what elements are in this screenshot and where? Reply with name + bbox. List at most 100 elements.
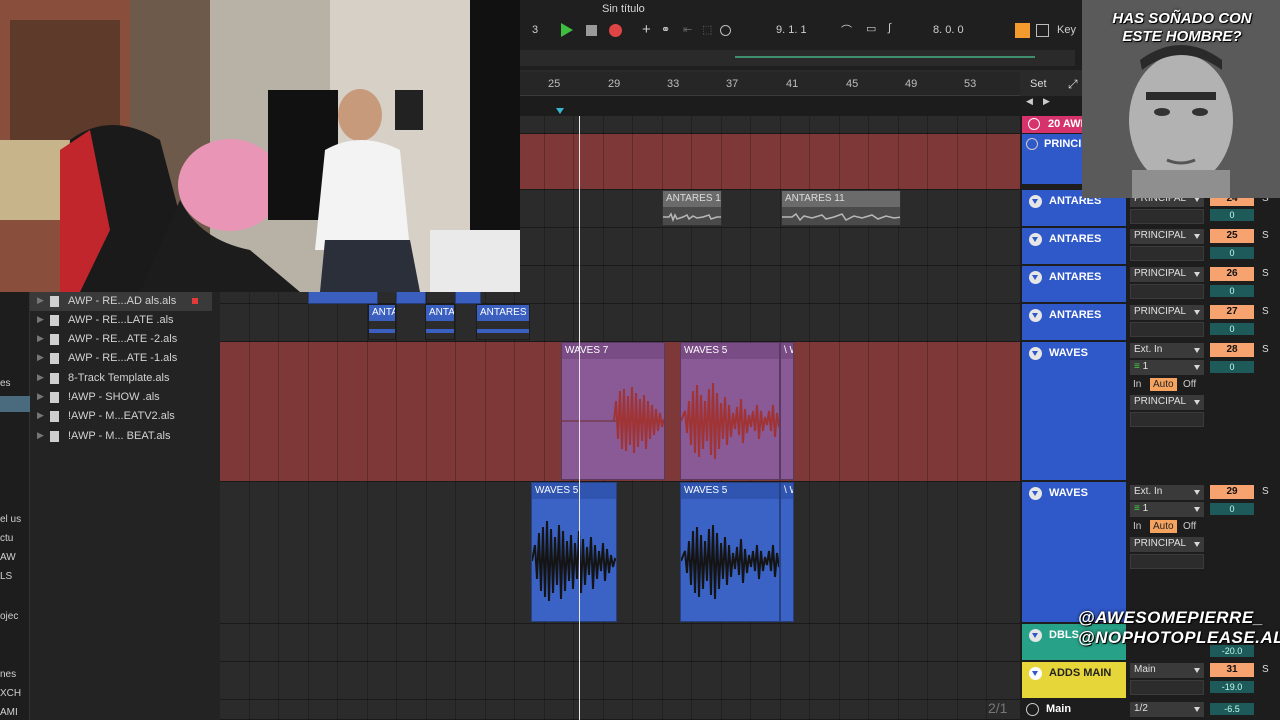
sidebar-fragment[interactable]: AW bbox=[0, 552, 16, 563]
sidebar-fragment[interactable]: LS bbox=[0, 571, 12, 582]
file-item[interactable]: ▶ !AWP - M... BEAT.als bbox=[30, 427, 212, 446]
file-item[interactable]: ▶ !AWP - SHOW .als bbox=[30, 388, 212, 407]
sidebar-fragment[interactable]: AMI bbox=[0, 707, 18, 718]
link-icon[interactable]: ⚭ bbox=[661, 23, 670, 36]
solo-button[interactable]: S bbox=[1262, 664, 1269, 675]
volume-field[interactable]: 0 bbox=[1210, 323, 1254, 335]
playhead[interactable] bbox=[579, 116, 580, 720]
fold-icon[interactable] bbox=[1029, 195, 1042, 208]
expand-arrow-icon[interactable]: ▶ bbox=[37, 372, 44, 383]
volume-field[interactable]: 0 bbox=[1210, 361, 1254, 373]
monitor-off-button[interactable]: Off bbox=[1180, 520, 1199, 533]
expand-arrow-icon[interactable]: ▶ bbox=[37, 352, 44, 363]
fold-icon[interactable] bbox=[1029, 487, 1042, 500]
monitor-in-button[interactable]: In bbox=[1130, 378, 1144, 391]
input-channel-select[interactable]: ≡ 1 bbox=[1130, 360, 1204, 375]
output-select[interactable] bbox=[1130, 322, 1204, 337]
metronome-icon[interactable] bbox=[720, 25, 731, 36]
audio-clip[interactable]: ANTARES 1 bbox=[476, 304, 530, 340]
expand-arrow-icon[interactable]: ▶ bbox=[37, 333, 44, 344]
output-select[interactable] bbox=[1130, 246, 1204, 261]
audio-clip[interactable]: ANTA bbox=[425, 304, 455, 340]
output-select[interactable] bbox=[1130, 209, 1204, 224]
track-number[interactable]: 25 bbox=[1210, 229, 1254, 243]
audio-clip[interactable]: WAVES 5 bbox=[531, 482, 617, 622]
input-select[interactable]: PRINCIPAL bbox=[1130, 229, 1204, 244]
back-arrow-icon[interactable]: ⇤ bbox=[683, 23, 692, 36]
output-channel-select[interactable] bbox=[1130, 680, 1204, 695]
solo-button[interactable]: S bbox=[1262, 486, 1269, 497]
input-select[interactable]: PRINCIPAL bbox=[1130, 267, 1204, 282]
loop-frame-icon[interactable]: ⬚ bbox=[702, 23, 712, 36]
file-item[interactable]: ▶ AWP - RE...ATE -1.als bbox=[30, 349, 212, 368]
expand-arrow-icon[interactable]: ▶ bbox=[37, 391, 44, 402]
volume-field[interactable]: -6.5 bbox=[1210, 703, 1254, 715]
track-header-antares-25[interactable]: ANTARES bbox=[1022, 228, 1126, 264]
track-number[interactable]: 29 bbox=[1210, 485, 1254, 499]
solo-button[interactable]: S bbox=[1262, 230, 1269, 241]
beat-ruler[interactable]: 25 29 33 37 41 45 49 53 bbox=[520, 72, 1020, 96]
file-item[interactable]: ▶ !AWP - M...EATV2.als bbox=[30, 407, 212, 426]
monitor-off-button[interactable]: Off bbox=[1180, 378, 1199, 391]
group-fold-icon[interactable] bbox=[1026, 138, 1038, 150]
nav-right-icon[interactable]: ▶ bbox=[1043, 96, 1050, 107]
file-item[interactable]: ▶ AWP - RE...AD als.als bbox=[30, 292, 212, 311]
sidebar-fragment[interactable]: XCH bbox=[0, 688, 21, 699]
monitor-auto-button[interactable]: Auto bbox=[1150, 520, 1177, 533]
output-select[interactable] bbox=[1130, 284, 1204, 299]
fold-icon[interactable] bbox=[1029, 233, 1042, 246]
audio-clip[interactable]: WAVES 5 bbox=[680, 482, 780, 622]
audio-clip[interactable] bbox=[396, 290, 426, 304]
expand-arrow-icon[interactable]: ▶ bbox=[37, 410, 44, 421]
pencil-icon[interactable] bbox=[1015, 23, 1030, 38]
record-icon[interactable] bbox=[609, 24, 622, 37]
output-select[interactable]: PRINCIPAL bbox=[1130, 537, 1204, 552]
volume-field[interactable]: 0 bbox=[1210, 285, 1254, 297]
track-number[interactable]: 27 bbox=[1210, 305, 1254, 319]
add-icon[interactable]: + bbox=[642, 21, 651, 38]
output-select[interactable]: PRINCIPAL bbox=[1130, 395, 1204, 410]
sidebar-fragment[interactable]: es bbox=[0, 378, 11, 389]
audio-clip[interactable]: ANTARES 10 bbox=[662, 190, 722, 226]
key-map-button[interactable]: Key bbox=[1057, 24, 1076, 36]
input-type-select[interactable]: Ext. In bbox=[1130, 485, 1204, 500]
set-button[interactable]: Set bbox=[1030, 78, 1047, 90]
audio-clip[interactable]: WAVES 7 bbox=[561, 342, 665, 480]
expand-arrow-icon[interactable]: ▶ bbox=[37, 295, 44, 306]
principal-group-header[interactable]: PRINCIPAL bbox=[1022, 134, 1102, 184]
input-select[interactable]: PRINCIPAL bbox=[1130, 305, 1204, 320]
track-number[interactable]: 28 bbox=[1210, 343, 1254, 357]
sidebar-selected[interactable] bbox=[0, 396, 30, 412]
track-header-waves-28[interactable]: WAVES bbox=[1022, 342, 1126, 480]
volume-field[interactable]: 0 bbox=[1210, 209, 1254, 221]
file-item[interactable]: ▶ AWP - RE...LATE .als bbox=[30, 311, 212, 330]
fold-icon[interactable] bbox=[1029, 271, 1042, 284]
input-type-select[interactable]: Ext. In bbox=[1130, 343, 1204, 358]
solo-button[interactable]: S bbox=[1262, 344, 1269, 355]
group-fold-icon[interactable] bbox=[1028, 118, 1040, 130]
solo-button[interactable]: S bbox=[1262, 306, 1269, 317]
output-select[interactable]: Main bbox=[1130, 663, 1204, 678]
track-header-adds-main[interactable]: ADDS MAIN bbox=[1022, 662, 1126, 698]
punch-icon[interactable]: ▭ bbox=[866, 22, 876, 35]
start-marker-icon[interactable] bbox=[556, 108, 564, 114]
follow-icon[interactable]: ⌒ bbox=[841, 22, 852, 38]
monitor-in-button[interactable]: In bbox=[1130, 520, 1144, 533]
fold-icon[interactable] bbox=[1026, 703, 1039, 716]
sidebar-fragment[interactable]: ojec bbox=[0, 611, 18, 622]
audio-clip[interactable] bbox=[308, 290, 378, 304]
track-header-antares-26[interactable]: ANTARES bbox=[1022, 266, 1126, 302]
track-header-waves-29[interactable]: WAVES bbox=[1022, 482, 1126, 622]
file-item[interactable]: ▶ AWP - RE...ATE -2.als bbox=[30, 330, 212, 349]
loop-length[interactable]: 8. 0. 0 bbox=[933, 24, 964, 36]
expand-icon[interactable]: ⤢ bbox=[1068, 77, 1078, 92]
nav-left-icon[interactable]: ◀ bbox=[1026, 96, 1033, 107]
draw-icon[interactable]: ∫ bbox=[888, 22, 891, 34]
output-select[interactable]: 1/2 bbox=[1130, 702, 1204, 717]
track-header-main[interactable]: Main bbox=[1022, 700, 1126, 720]
output-channel-select[interactable] bbox=[1130, 554, 1204, 569]
sidebar-fragment[interactable]: ctu bbox=[0, 533, 13, 544]
fold-icon[interactable] bbox=[1029, 667, 1042, 680]
fold-icon[interactable] bbox=[1029, 629, 1042, 642]
audio-clip[interactable]: ANTARES 11 bbox=[781, 190, 901, 226]
